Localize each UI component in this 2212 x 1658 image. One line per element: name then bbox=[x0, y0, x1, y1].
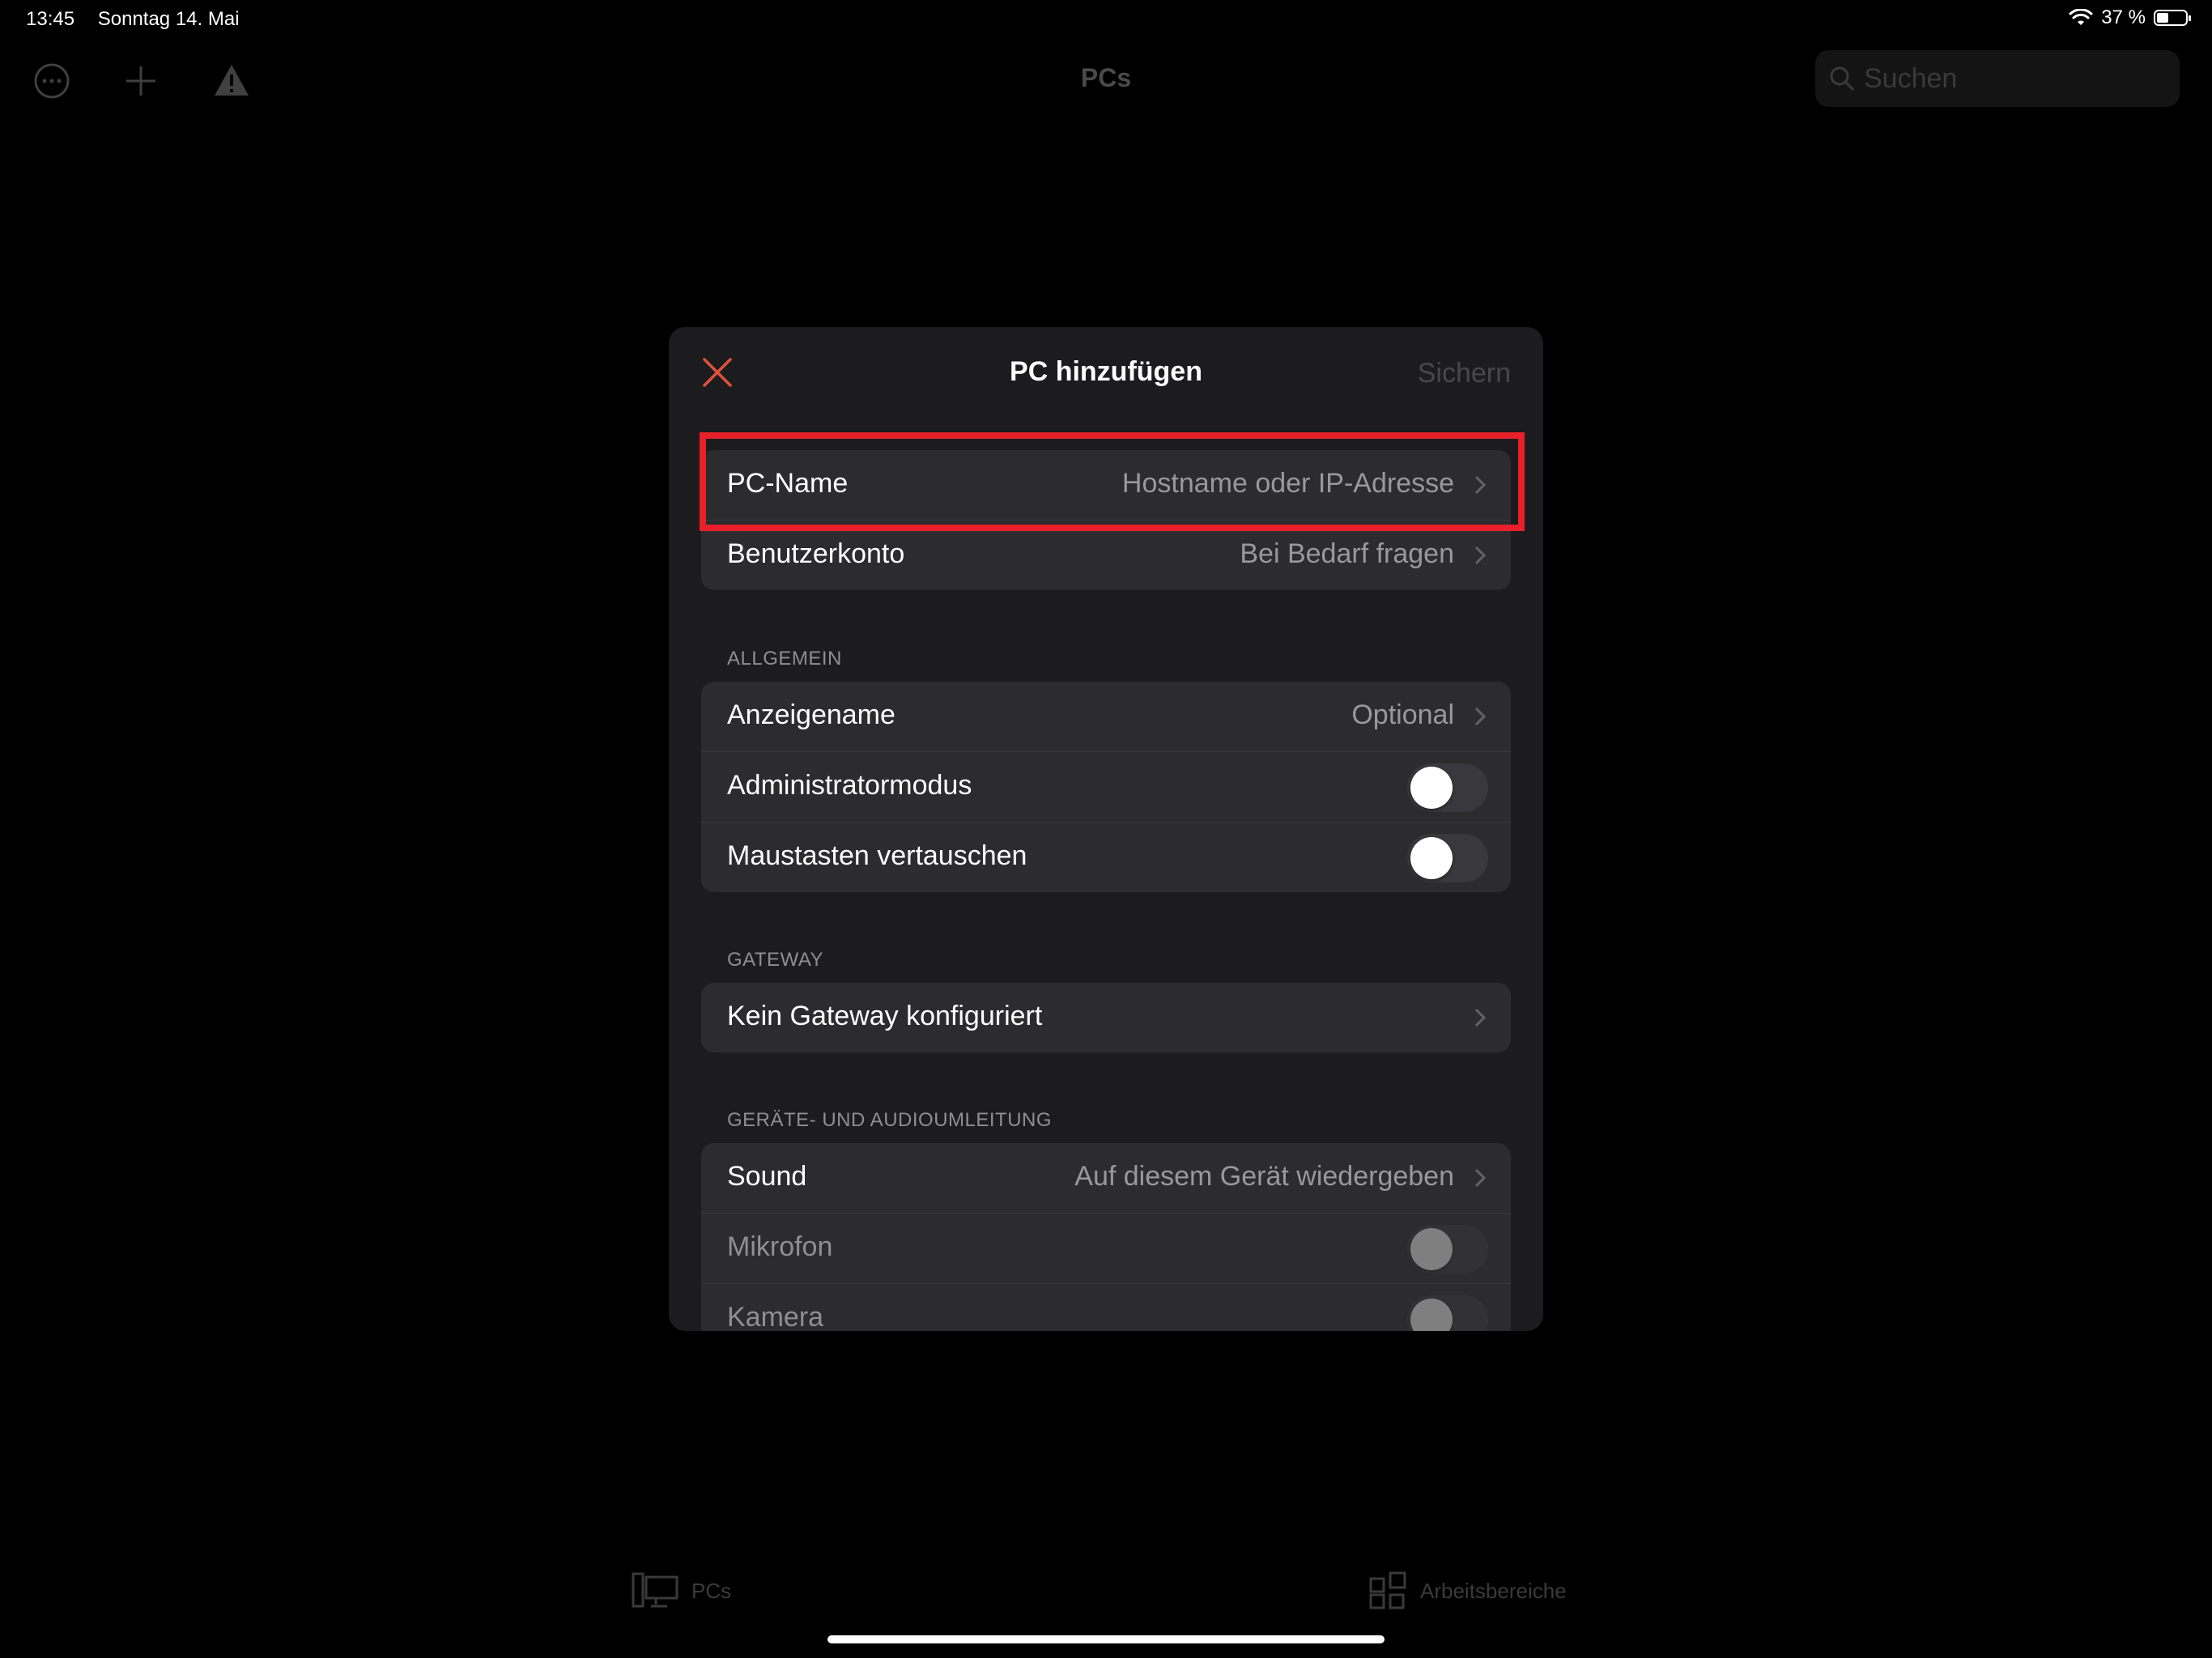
pc-name-value: Hostname oder IP-Adresse bbox=[1121, 468, 1454, 499]
tab-pcs[interactable]: PCs bbox=[632, 1571, 731, 1611]
swap-mouse-toggle[interactable] bbox=[1407, 834, 1488, 882]
display-name-row[interactable]: Anzeigename Optional bbox=[701, 682, 1511, 752]
pc-icon bbox=[632, 1572, 678, 1608]
microphone-row: Mikrofon bbox=[701, 1214, 1511, 1284]
general-group: Anzeigename Optional Administratormodus … bbox=[701, 682, 1511, 892]
workspaces-icon bbox=[1369, 1571, 1406, 1609]
user-account-label: Benutzerkonto bbox=[727, 538, 905, 569]
admin-mode-label: Administratormodus bbox=[727, 770, 972, 801]
home-indicator[interactable] bbox=[827, 1635, 1385, 1643]
redirection-group: Sound Auf diesem Gerät wiedergeben Mikro… bbox=[701, 1143, 1511, 1331]
search-input[interactable]: Suchen bbox=[1815, 50, 2180, 107]
section-header-gateway: GATEWAY bbox=[727, 949, 824, 971]
swap-mouse-label: Maustasten vertauschen bbox=[727, 840, 1027, 871]
camera-label: Kamera bbox=[727, 1302, 824, 1331]
add-pc-dialog: PC hinzufügen Sichern PC-Name Hostname o… bbox=[669, 327, 1543, 1331]
status-time: 13:45 bbox=[26, 8, 75, 30]
display-name-label: Anzeigename bbox=[727, 699, 895, 730]
gateway-row[interactable]: Kein Gateway konfiguriert bbox=[701, 983, 1511, 1052]
connection-group: PC-Name Hostname oder IP-Adresse Benutze… bbox=[701, 450, 1511, 590]
tab-workspaces-label: Arbeitsbereiche bbox=[1420, 1578, 1567, 1603]
save-button[interactable]: Sichern bbox=[1418, 358, 1511, 389]
gateway-label: Kein Gateway konfiguriert bbox=[727, 1001, 1043, 1031]
camera-row: Kamera bbox=[701, 1284, 1511, 1331]
pc-name-label: PC-Name bbox=[727, 468, 849, 499]
display-name-value: Optional bbox=[1351, 699, 1454, 730]
section-header-redirection: GERÄTE- UND AUDIOUMLEITUNG bbox=[727, 1109, 1053, 1131]
gateway-group: Kein Gateway konfiguriert bbox=[701, 983, 1511, 1052]
section-header-general: ALLGEMEIN bbox=[727, 648, 842, 670]
user-account-value: Bei Bedarf fragen bbox=[1240, 538, 1454, 569]
search-icon bbox=[1830, 66, 1855, 91]
chevron-right-icon bbox=[1474, 1168, 1487, 1188]
chevron-right-icon bbox=[1474, 707, 1487, 726]
battery-icon bbox=[2154, 10, 2191, 26]
dialog-title: PC hinzufügen bbox=[1010, 356, 1202, 387]
wifi-icon bbox=[2069, 9, 2093, 25]
tab-pcs-label: PCs bbox=[691, 1578, 732, 1603]
search-placeholder: Suchen bbox=[1864, 63, 1958, 94]
camera-toggle[interactable] bbox=[1407, 1295, 1488, 1331]
tab-workspaces[interactable]: Arbeitsbereiche bbox=[1368, 1571, 1567, 1611]
sound-label: Sound bbox=[727, 1161, 807, 1192]
dialog-header: PC hinzufügen Sichern bbox=[669, 327, 1543, 416]
pc-name-row[interactable]: PC-Name Hostname oder IP-Adresse bbox=[701, 450, 1511, 521]
status-bar: 13:45 Sonntag 14. Mai 37 % bbox=[0, 0, 2212, 39]
microphone-toggle[interactable] bbox=[1407, 1225, 1488, 1273]
sound-value: Auf diesem Gerät wiedergeben bbox=[1074, 1161, 1454, 1192]
chevron-right-icon bbox=[1474, 546, 1487, 565]
sound-row[interactable]: Sound Auf diesem Gerät wiedergeben bbox=[701, 1143, 1511, 1214]
chevron-right-icon bbox=[1474, 1008, 1487, 1027]
microphone-label: Mikrofon bbox=[727, 1231, 833, 1262]
admin-mode-toggle[interactable] bbox=[1407, 763, 1488, 812]
status-date: Sonntag 14. Mai bbox=[97, 8, 240, 30]
chevron-right-icon bbox=[1474, 475, 1487, 495]
admin-mode-row: Administratormodus bbox=[701, 752, 1511, 823]
swap-mouse-row: Maustasten vertauschen bbox=[701, 823, 1511, 892]
battery-percent: 37 % bbox=[2101, 6, 2146, 28]
user-account-row[interactable]: Benutzerkonto Bei Bedarf fragen bbox=[701, 521, 1511, 590]
